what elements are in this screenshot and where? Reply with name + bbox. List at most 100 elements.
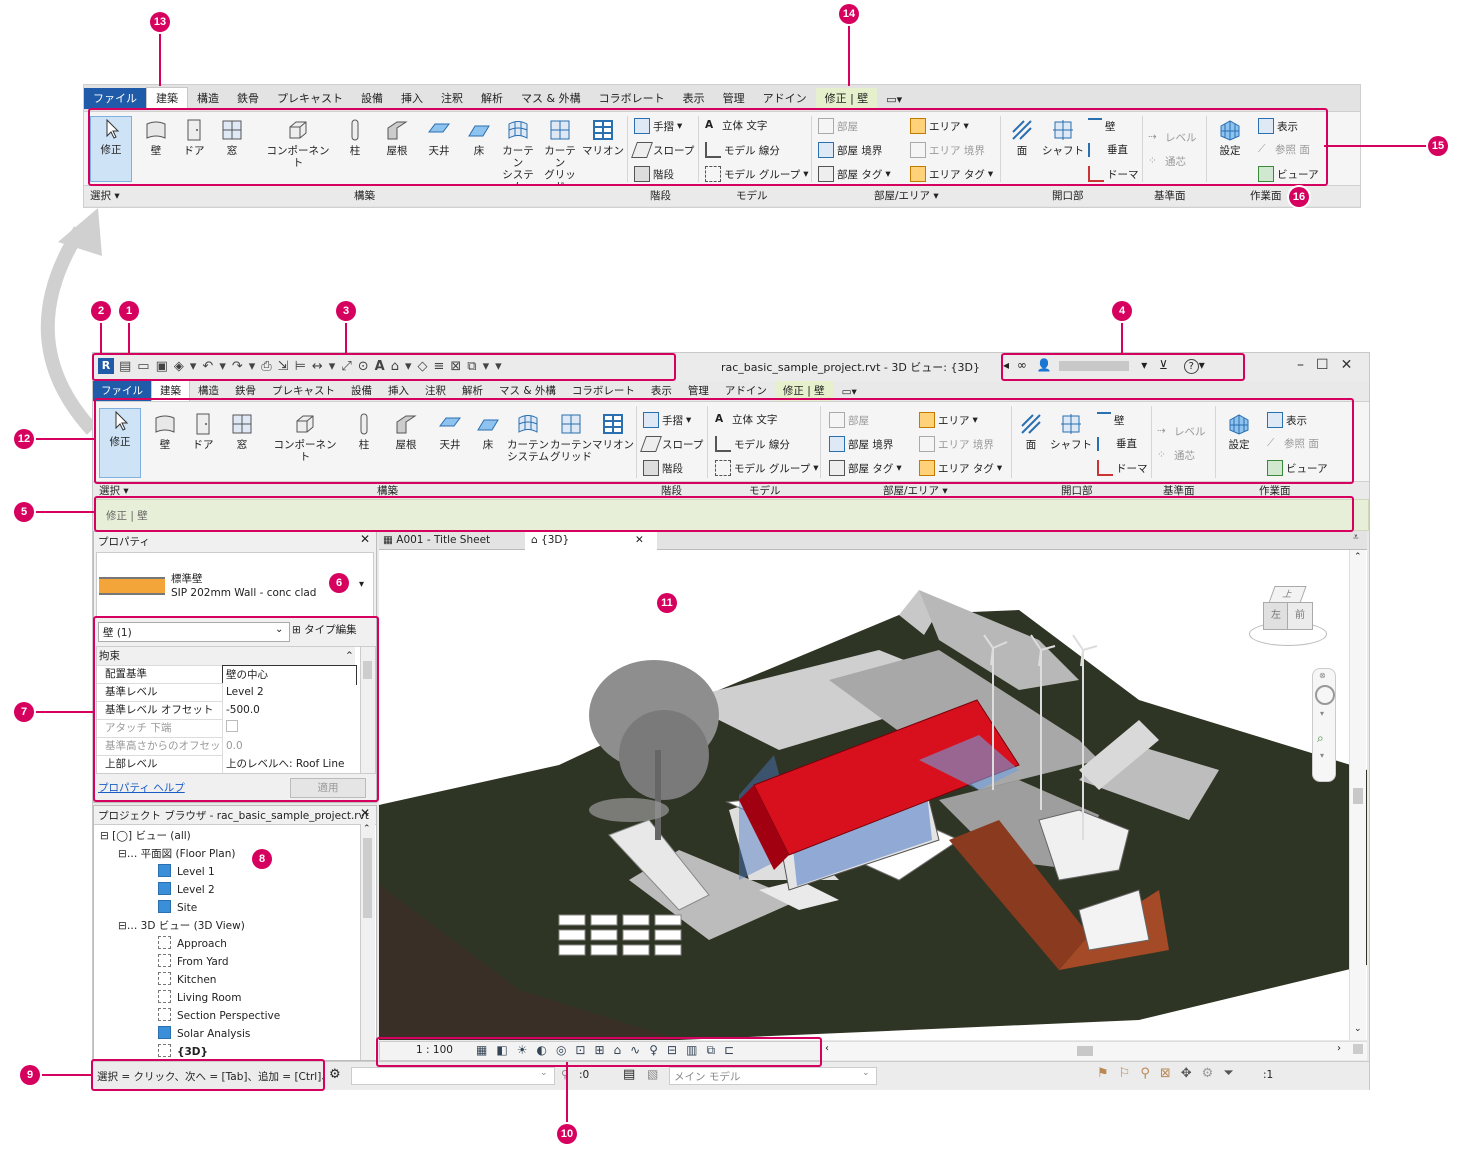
help-icon[interactable]: ? [1183, 359, 1199, 374]
model-text-button[interactable]: A 立体 文字 [715, 412, 777, 427]
tab-precast[interactable]: プレキャスト [264, 381, 343, 401]
tree-section-perspective[interactable]: Section Perspective [158, 1008, 280, 1022]
door-button[interactable]: ドア [178, 118, 210, 157]
tree-3d-views[interactable]: ⊟… 3D ビュー (3D View) [118, 918, 245, 933]
level-button[interactable]: ⇢ レベル [1157, 424, 1206, 439]
app-logo-icon[interactable]: R [98, 358, 114, 374]
workplane-set-button[interactable]: 設定 [1221, 412, 1257, 451]
tab-insert[interactable]: 挿入 [392, 88, 432, 109]
hide-analytical-icon[interactable]: ⧉ [706, 1043, 724, 1057]
tab-architecture[interactable]: 建築 [151, 380, 190, 401]
crop-icon[interactable]: ⊡ [575, 1043, 594, 1057]
window-button[interactable]: 窓 [226, 412, 258, 451]
stair-button[interactable]: 階段 [634, 166, 674, 182]
tab-modify-wall[interactable]: 修正 | 壁 [815, 88, 878, 109]
tab-massing[interactable]: マス & 外構 [512, 88, 590, 109]
tab-analyze[interactable]: 解析 [454, 381, 491, 401]
vertical-scrollbar[interactable]: ⌃ ⌄ [1349, 550, 1366, 1040]
column-button[interactable]: 柱 [340, 118, 370, 157]
area-tag-button[interactable]: エリア タグ ▾ [910, 166, 993, 182]
tab-minimize-icon[interactable]: ▭▾ [833, 384, 866, 401]
close-hidden-icon[interactable]: ⊠ [450, 359, 467, 374]
user-dropdown-icon[interactable]: ▾ [1141, 358, 1147, 372]
ceiling-button[interactable]: 天井 [422, 118, 456, 157]
select-pinned-icon[interactable]: ⚲ [1140, 1066, 1160, 1081]
visual-style-icon[interactable]: ◧ [496, 1043, 516, 1057]
sun-path-icon[interactable]: ☀ [517, 1043, 537, 1057]
tree-living-room[interactable]: Living Room [158, 990, 241, 1004]
tab-architecture[interactable]: 建築 [146, 87, 188, 109]
wheel-dropdown-icon[interactable]: ▾ [1320, 709, 1324, 718]
collapse-icon[interactable]: ⊟ [100, 830, 109, 842]
component-button[interactable]: コンポーネント [262, 118, 334, 169]
dormer-button[interactable]: ドーマ [1088, 166, 1139, 182]
model-group-button[interactable]: モデル グループ ▾ [715, 460, 819, 476]
ref-plane-button[interactable]: ⟋ 参照 面 [1267, 436, 1319, 451]
column-button[interactable]: 柱 [349, 412, 379, 451]
tab-precast[interactable]: プレキャスト [268, 88, 352, 109]
area-boundary-button[interactable]: エリア 境界 [919, 436, 994, 452]
export-icon[interactable]: ⇲ [278, 359, 295, 374]
shaft-button[interactable]: シャフト [1049, 412, 1093, 451]
viewer-button[interactable]: ビューア [1258, 166, 1319, 182]
viewcube[interactable]: 上 左 前 [1249, 578, 1329, 658]
stair-button[interactable]: 階段 [643, 460, 683, 476]
thin-lines-icon[interactable]: ≡ [433, 359, 450, 374]
railing-button[interactable]: 手摺 ▾ [643, 412, 691, 428]
tab-systems[interactable]: 設備 [343, 381, 380, 401]
curtain-system-button[interactable]: カーテン システム [507, 412, 549, 463]
door-button[interactable]: ドア [187, 412, 219, 451]
drawing-canvas[interactable]: 上 左 前 ⊗ ▾ ⌕ ▾ ⌃ ⌄ [379, 550, 1367, 1040]
ramp-button[interactable]: スロープ [631, 142, 694, 158]
user-icon[interactable]: 👤 [1037, 358, 1052, 372]
area-button[interactable]: エリア ▾ [919, 412, 978, 428]
scroll-left-icon[interactable]: ‹ [825, 1043, 829, 1054]
wall-button[interactable]: 壁 [147, 412, 183, 451]
area-button[interactable]: エリア ▾ [910, 118, 969, 134]
property-row[interactable]: アタッチ 下端 [97, 719, 356, 738]
tree-level-2[interactable]: Level 2 [158, 882, 215, 896]
steering-wheel-icon[interactable] [1315, 685, 1335, 705]
property-row[interactable]: 上部レベル 上のレベルへ: Roof Line [97, 755, 356, 773]
viewcube-front[interactable]: 前 [1287, 602, 1313, 630]
drag-elements-icon[interactable]: ✥ [1181, 1066, 1202, 1081]
tab-collaborate[interactable]: コラボレート [590, 88, 674, 109]
default-3d-icon[interactable]: ⌂▾ [391, 359, 418, 374]
view-tab-close-icon[interactable]: ✕ [635, 531, 644, 549]
model-line-button[interactable]: モデル 線分 [715, 436, 790, 452]
scroll-up-icon[interactable]: ⌃ [363, 824, 371, 834]
tree-3d[interactable]: {3D} [158, 1044, 208, 1058]
workset-dropdown[interactable]: ⌄ [351, 1067, 555, 1085]
browser-scrollbar[interactable]: ⌃ [360, 824, 375, 1060]
room-separator-button[interactable]: 部屋 境界 [818, 142, 882, 158]
type-dropdown-icon[interactable]: ▾ [359, 579, 364, 590]
vertical-opening-button[interactable]: 垂直 [1097, 436, 1137, 451]
scroll-thumb[interactable] [1353, 788, 1363, 804]
room-tag-button[interactable]: 部屋 タグ ▾ [818, 166, 891, 182]
floor-button[interactable]: 床 [464, 118, 494, 157]
reveal-hidden-icon[interactable]: ♀ [649, 1043, 667, 1057]
ramp-button[interactable]: スロープ [640, 436, 703, 452]
lock-view-icon[interactable]: ⌂ [614, 1043, 631, 1057]
binoculars-icon[interactable]: ∞ [1017, 358, 1027, 372]
horizontal-scrollbar[interactable]: ‹ › [821, 1041, 1367, 1060]
render-icon[interactable]: ◎ [556, 1043, 575, 1057]
apply-button[interactable]: 適用 [290, 778, 366, 798]
background-process-icon[interactable]: ⚙ [1202, 1066, 1224, 1081]
model-line-button[interactable]: モデル 線分 [705, 142, 780, 158]
temp-hide-icon[interactable]: ∿ [630, 1043, 649, 1057]
property-row[interactable]: 基準レベル Level 2 [97, 683, 356, 702]
zoom-region-icon[interactable]: ⌕ [1317, 731, 1324, 746]
vertical-opening-button[interactable]: 垂直 [1088, 142, 1128, 157]
properties-close-icon[interactable]: ✕ [360, 532, 370, 546]
tab-insert[interactable]: 挿入 [380, 381, 417, 401]
viewer-button[interactable]: ビューア [1267, 460, 1328, 476]
scroll-thumb[interactable] [363, 661, 372, 679]
model-group-button[interactable]: モデル グループ ▾ [705, 166, 809, 182]
level-button[interactable]: ⇢ レベル [1148, 130, 1197, 145]
print-icon[interactable]: ⎙ [261, 359, 277, 374]
nav-close-icon[interactable]: ⊗ [1319, 671, 1326, 680]
mullion-button[interactable]: マリオン [582, 118, 624, 157]
filter-icon[interactable]: ⏷ [1223, 1066, 1243, 1081]
panel-room-area-label[interactable]: 部屋/エリア ▾ [883, 483, 948, 498]
